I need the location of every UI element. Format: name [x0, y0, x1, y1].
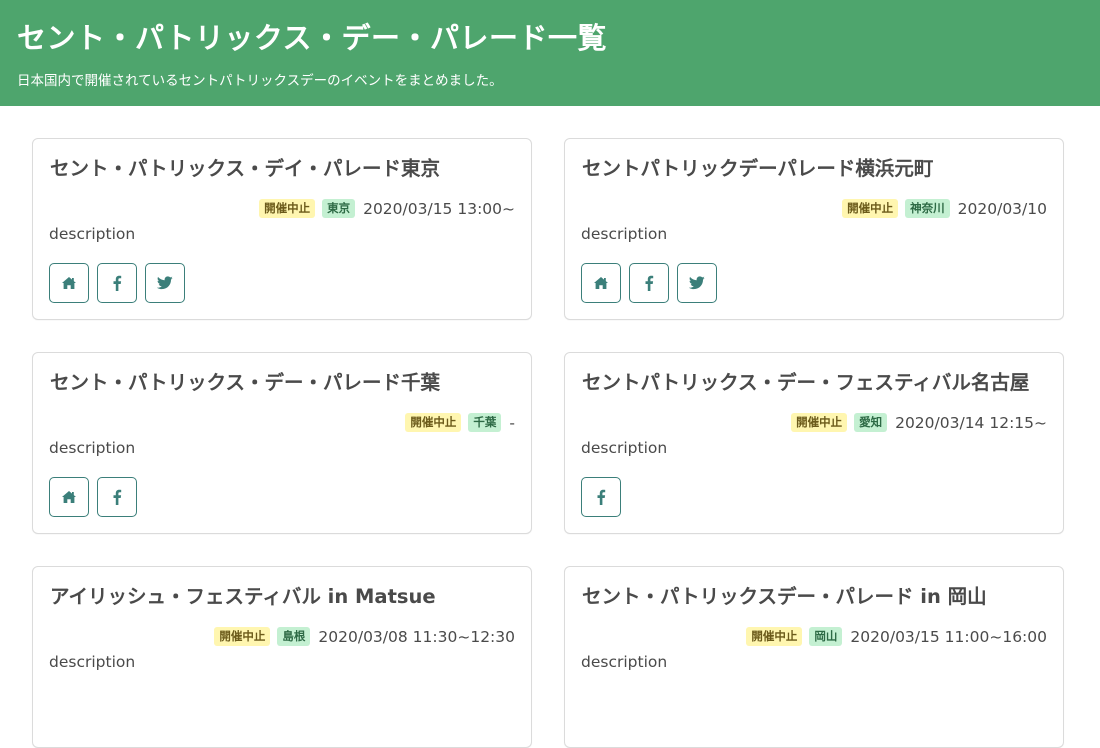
event-card: セントパトリックデーパレード横浜元町 開催中止 神奈川 2020/03/10 d… — [564, 138, 1064, 320]
facebook-icon — [596, 489, 606, 505]
home-link-button[interactable] — [581, 263, 621, 303]
event-card: アイリッシュ・フェスティバル in Matsue 開催中止 島根 2020/03… — [32, 566, 532, 748]
twitter-link-button[interactable] — [677, 263, 717, 303]
facebook-link-button[interactable] — [97, 263, 137, 303]
event-card: セントパトリックス・デー・フェスティバル名古屋 開催中止 愛知 2020/03/… — [564, 352, 1064, 534]
event-meta: 開催中止 愛知 2020/03/14 12:15~ — [791, 413, 1047, 432]
page-title: セント・パトリックス・デー・パレード一覧 — [17, 21, 608, 55]
status-badge: 開催中止 — [214, 627, 271, 646]
event-meta: 開催中止 岡山 2020/03/15 11:00~16:00 — [746, 627, 1047, 646]
event-links — [49, 477, 137, 517]
facebook-link-button[interactable] — [629, 263, 669, 303]
event-date: 2020/03/15 11:00~16:00 — [850, 627, 1047, 646]
event-description: description — [581, 653, 668, 671]
event-date: 2020/03/14 12:15~ — [895, 413, 1047, 432]
event-title: セント・パトリックス・デー・パレード千葉 — [50, 371, 441, 394]
event-meta: 開催中止 神奈川 2020/03/10 — [842, 199, 1047, 218]
event-date: - — [509, 413, 515, 432]
home-icon — [61, 276, 77, 290]
home-link-button[interactable] — [49, 477, 89, 517]
event-card: セント・パトリックス・デイ・パレード東京 開催中止 東京 2020/03/15 … — [32, 138, 532, 320]
prefecture-badge: 島根 — [277, 627, 311, 646]
event-title: セント・パトリックス・デイ・パレード東京 — [50, 157, 441, 180]
event-card: セント・パトリックスデー・パレード in 岡山 開催中止 岡山 2020/03/… — [564, 566, 1064, 748]
status-badge: 開催中止 — [405, 413, 462, 432]
facebook-icon — [644, 275, 654, 291]
event-description: description — [49, 225, 136, 243]
facebook-icon — [112, 489, 122, 505]
twitter-icon — [689, 276, 705, 290]
event-grid: セント・パトリックス・デイ・パレード東京 開催中止 東京 2020/03/15 … — [32, 138, 1064, 748]
event-date: 2020/03/15 13:00~ — [363, 199, 515, 218]
event-links — [49, 263, 185, 303]
event-title: アイリッシュ・フェスティバル in Matsue — [50, 585, 436, 608]
page-subtitle: 日本国内で開催されているセントパトリックスデーのイベントをまとめました。 — [17, 73, 503, 89]
event-links — [581, 263, 717, 303]
event-title: セント・パトリックスデー・パレード in 岡山 — [582, 585, 987, 608]
prefecture-badge: 愛知 — [854, 413, 888, 432]
twitter-link-button[interactable] — [145, 263, 185, 303]
event-meta: 開催中止 島根 2020/03/08 11:30~12:30 — [214, 627, 515, 646]
home-icon — [61, 490, 77, 504]
facebook-link-button[interactable] — [581, 477, 621, 517]
status-badge: 開催中止 — [746, 627, 803, 646]
event-date: 2020/03/08 11:30~12:30 — [318, 627, 515, 646]
prefecture-badge: 東京 — [322, 199, 356, 218]
facebook-icon — [112, 275, 122, 291]
event-date: 2020/03/10 — [957, 199, 1047, 218]
page-header: セント・パトリックス・デー・パレード一覧 日本国内で開催されているセントパトリッ… — [0, 0, 1100, 106]
event-description: description — [49, 439, 136, 457]
event-meta: 開催中止 千葉 - — [405, 413, 515, 432]
facebook-link-button[interactable] — [97, 477, 137, 517]
event-meta: 開催中止 東京 2020/03/15 13:00~ — [259, 199, 515, 218]
event-title: セントパトリックス・デー・フェスティバル名古屋 — [582, 371, 1030, 394]
prefecture-badge: 千葉 — [468, 413, 502, 432]
event-description: description — [581, 439, 668, 457]
event-description: description — [581, 225, 668, 243]
twitter-icon — [157, 276, 173, 290]
event-title: セントパトリックデーパレード横浜元町 — [582, 157, 934, 180]
status-badge: 開催中止 — [259, 199, 316, 218]
prefecture-badge: 神奈川 — [905, 199, 950, 218]
prefecture-badge: 岡山 — [809, 627, 843, 646]
home-icon — [593, 276, 609, 290]
status-badge: 開催中止 — [842, 199, 899, 218]
status-badge: 開催中止 — [791, 413, 848, 432]
event-links — [581, 477, 621, 517]
home-link-button[interactable] — [49, 263, 89, 303]
event-description: description — [49, 653, 136, 671]
event-card: セント・パトリックス・デー・パレード千葉 開催中止 千葉 - descripti… — [32, 352, 532, 534]
